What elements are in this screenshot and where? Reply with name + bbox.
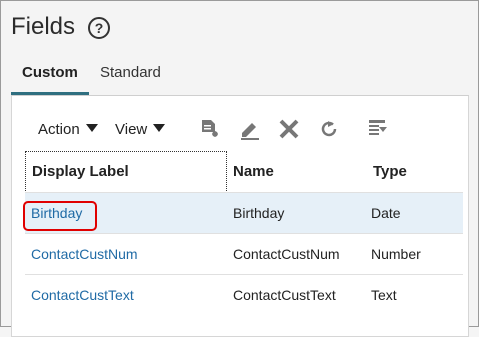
type-cell: Number [371,246,421,262]
refresh-icon[interactable] [318,117,342,141]
column-header-type[interactable]: Type [373,151,407,193]
type-cell: Text [371,287,397,303]
display-label-link[interactable]: ContactCustNum [31,234,138,275]
column-header-name[interactable]: Name [233,151,274,193]
tab-custom[interactable]: Custom [22,64,78,82]
table-row[interactable]: ContactCustNum ContactCustNum Number [25,233,463,275]
chevron-down-icon [85,124,98,132]
tab-standard[interactable]: Standard [100,64,161,82]
chevron-down-icon [153,124,166,132]
freeze-icon[interactable] [366,117,390,141]
name-cell: Birthday [233,205,285,221]
callout-highlight [23,201,97,231]
type-cell: Date [371,205,401,221]
table-row[interactable]: ContactCustText ContactCustText Text [25,274,463,316]
name-cell: ContactCustNum [233,246,340,262]
column-header-display-label[interactable]: Display Label [32,151,129,193]
view-menu-button[interactable]: View [115,121,166,139]
action-menu-button[interactable]: Action [38,121,98,139]
create-icon[interactable] [197,117,221,141]
name-cell: ContactCustText [233,287,336,303]
action-menu-label: Action [38,121,80,138]
delete-icon[interactable] [277,117,301,141]
page-title: Fields [11,13,76,40]
display-label-link[interactable]: ContactCustText [31,275,134,316]
edit-icon[interactable] [238,117,262,141]
view-menu-label: View [115,121,148,138]
help-icon[interactable]: ? [88,17,110,39]
